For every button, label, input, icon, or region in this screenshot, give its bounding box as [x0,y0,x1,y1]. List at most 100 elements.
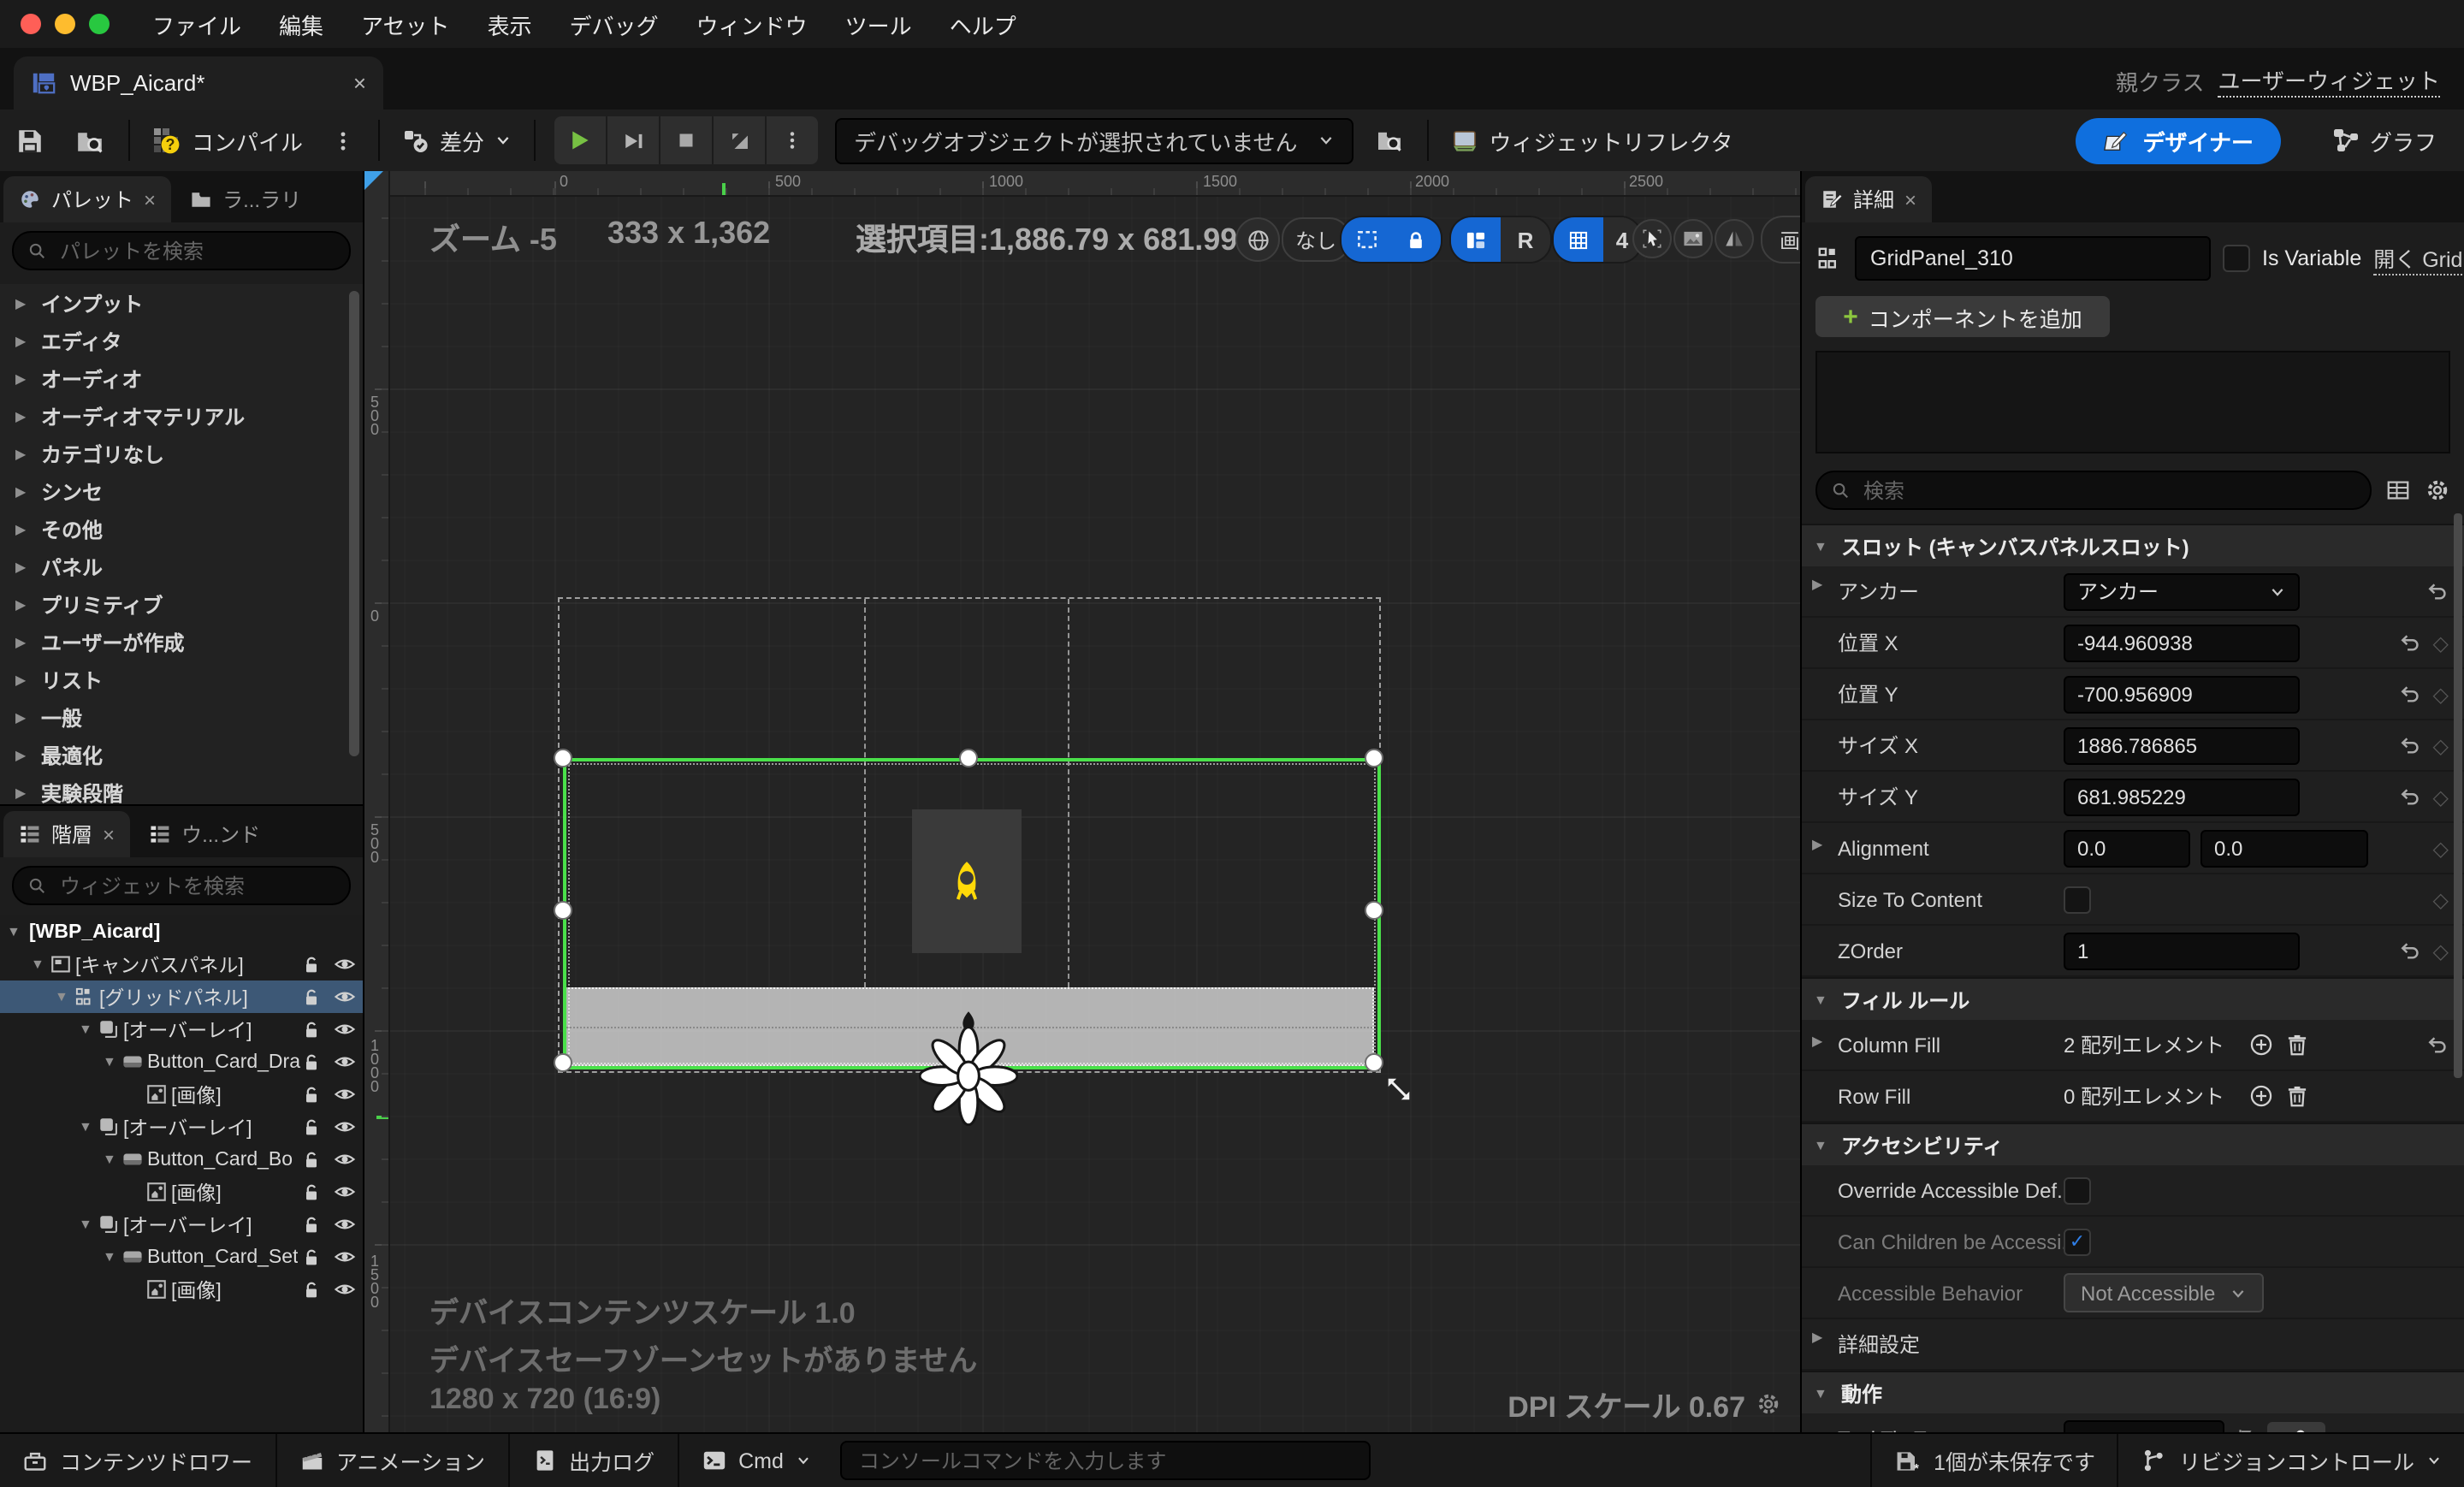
section-header[interactable]: ▼動作 [1802,1371,2464,1413]
collapse-icon[interactable]: ▼ [103,1152,121,1167]
graph-mode-button[interactable]: グラフ [2319,124,2450,157]
selection-handle[interactable] [554,1053,572,1072]
expand-icon[interactable]: ▶ [15,483,34,499]
bind-diamond-icon[interactable]: ◇ [2433,939,2449,963]
trash-icon[interactable] [2284,1083,2310,1109]
lock-open-icon[interactable] [301,1149,322,1170]
tree-row[interactable]: ▼[グリッドパネル] [0,980,363,1013]
palette-category[interactable]: ▶その他 [0,510,363,548]
expand-icon[interactable]: ▶ [15,596,34,612]
expand-icon[interactable]: ▶ [1812,577,1831,592]
lock-open-icon[interactable] [301,1182,322,1202]
flip-preview-button[interactable] [1715,219,1754,258]
menu-ツール[interactable]: ツール [826,8,931,40]
add-component-button[interactable]: + コンポーネントを追加 [1815,296,2110,337]
palette-scrollbar[interactable] [349,291,359,756]
expand-icon[interactable]: ▶ [15,709,34,725]
tree-row[interactable]: ▼Button_Card_Bo [0,1143,363,1176]
eye-icon[interactable] [334,986,356,1008]
palette-tab-close-icon[interactable]: × [144,187,156,211]
widget-reflector-button[interactable]: ウィジェットリフレクタ [1438,124,1747,157]
eye-icon[interactable] [334,1246,356,1268]
revision-control-button[interactable]: リビジョンコントロール [2119,1444,2464,1477]
bind-diamond-icon[interactable]: ◇ [2433,836,2449,860]
lock-open-icon[interactable] [301,1019,322,1040]
designer-canvas[interactable]: 05001000150020002500 500050010001500 ズーム… [364,171,1802,1434]
tab-library[interactable]: ラ...ラリ [175,176,317,222]
localization-preview-button[interactable] [1235,217,1280,262]
bind-diamond-icon[interactable]: ◇ [2433,631,2449,655]
reset-to-default-icon[interactable] [2426,1034,2449,1056]
anchor-dropdown[interactable]: アンカー [2064,572,2300,610]
anchor-gizmo[interactable] [919,1010,1018,1126]
lock-open-icon[interactable] [301,1247,322,1267]
tree-row[interactable]: ▼[オーバーレイ] [0,1208,363,1241]
parent-class-link[interactable]: ユーザーウィジェット [2218,63,2441,98]
selection-handle[interactable] [1365,749,1383,767]
tree-row[interactable]: [画像] [0,1176,363,1208]
play-button[interactable] [554,116,607,164]
browse-debug-object-button[interactable] [1361,127,1419,154]
screen-size-button[interactable]: 画面サ [1761,216,1802,264]
lock-widgets-toggle[interactable] [1391,217,1441,262]
tree-row[interactable]: [画像] [0,1273,363,1306]
value-input[interactable]: 1 [2064,932,2300,969]
preview-background-button[interactable] [1673,219,1713,258]
respect-locks-toggle[interactable]: R [1501,217,1550,262]
tree-row[interactable]: ▼[WBP_Aicard] [0,915,363,948]
eye-icon[interactable] [334,1213,356,1235]
menu-アセット[interactable]: アセット [342,8,469,40]
tab-hierarchy[interactable]: 階層 × [3,811,130,857]
close-window-button[interactable] [21,14,41,34]
palette-category[interactable]: ▶オーディオ [0,359,363,397]
lock-open-icon[interactable] [301,1052,322,1072]
compile-button[interactable]: ? コンパイル [139,124,317,157]
value-input[interactable]: -944.960938 [2064,624,2300,661]
menu-ファイル[interactable]: ファイル [133,8,260,40]
collapse-icon[interactable]: ▼ [103,1249,121,1265]
reset-to-default-icon[interactable] [2399,683,2421,705]
palette-category[interactable]: ▶実験段階 [0,773,363,804]
expand-icon[interactable]: ▶ [1812,1330,1831,1345]
expand-icon[interactable]: ▶ [15,559,34,574]
expand-icon[interactable]: ▶ [15,295,34,311]
content-drawer-button[interactable]: コンテンツドロワー [0,1444,275,1477]
lock-open-icon[interactable] [301,986,322,1007]
output-log-button[interactable]: 出力ログ [509,1444,677,1477]
resize-handle-icon[interactable] [1384,1075,1413,1104]
compile-options-button[interactable] [317,129,370,151]
bind-diamond-icon[interactable]: ◇ [2433,887,2449,911]
collapse-icon[interactable]: ▼ [79,1119,98,1135]
cmd-dropdown[interactable]: Cmd [678,1448,833,1473]
layout-toggle[interactable] [1451,217,1501,262]
tree-row[interactable]: ▼[キャンバスパネル] [0,948,363,980]
console-command-input[interactable] [856,1447,1355,1474]
section-header[interactable]: ▼アクセシビリティ [1802,1123,2464,1165]
value-input[interactable]: 1886.786865 [2064,726,2300,764]
lock-open-icon[interactable] [301,1084,322,1105]
frame-skip-button[interactable] [607,116,660,164]
select-outline-toggle[interactable] [1342,217,1391,262]
expand-icon[interactable]: ▶ [15,785,34,800]
tab-details[interactable]: 詳細 × [1805,176,1932,222]
selection-handle[interactable] [1365,1053,1383,1072]
value-input[interactable]: 681.985229 [2064,778,2300,815]
add-element-icon[interactable] [2248,1032,2274,1057]
eye-icon[interactable] [334,1051,356,1073]
palette-category[interactable]: ▶カテゴリなし [0,435,363,472]
palette-category[interactable]: ▶最適化 [0,736,363,773]
settings-gear-icon[interactable] [2425,477,2450,503]
palette-category[interactable]: ▶インプット [0,284,363,322]
lock-open-icon[interactable] [301,1279,322,1300]
value-input[interactable]: -700.956909 [2064,675,2300,713]
eye-icon[interactable] [334,1181,356,1203]
browse-to-asset-button[interactable] [60,126,120,155]
details-search-field[interactable] [1815,471,2372,510]
collapse-icon[interactable]: ▼ [7,924,26,939]
palette-category[interactable]: ▶エディタ [0,322,363,359]
expand-icon[interactable]: ▶ [15,521,34,536]
expand-icon[interactable]: ▶ [15,408,34,424]
details-scrollbar[interactable] [2454,513,2462,1078]
hierarchy-search-field[interactable] [12,866,351,905]
bind-diamond-icon[interactable]: ◇ [2433,733,2449,757]
